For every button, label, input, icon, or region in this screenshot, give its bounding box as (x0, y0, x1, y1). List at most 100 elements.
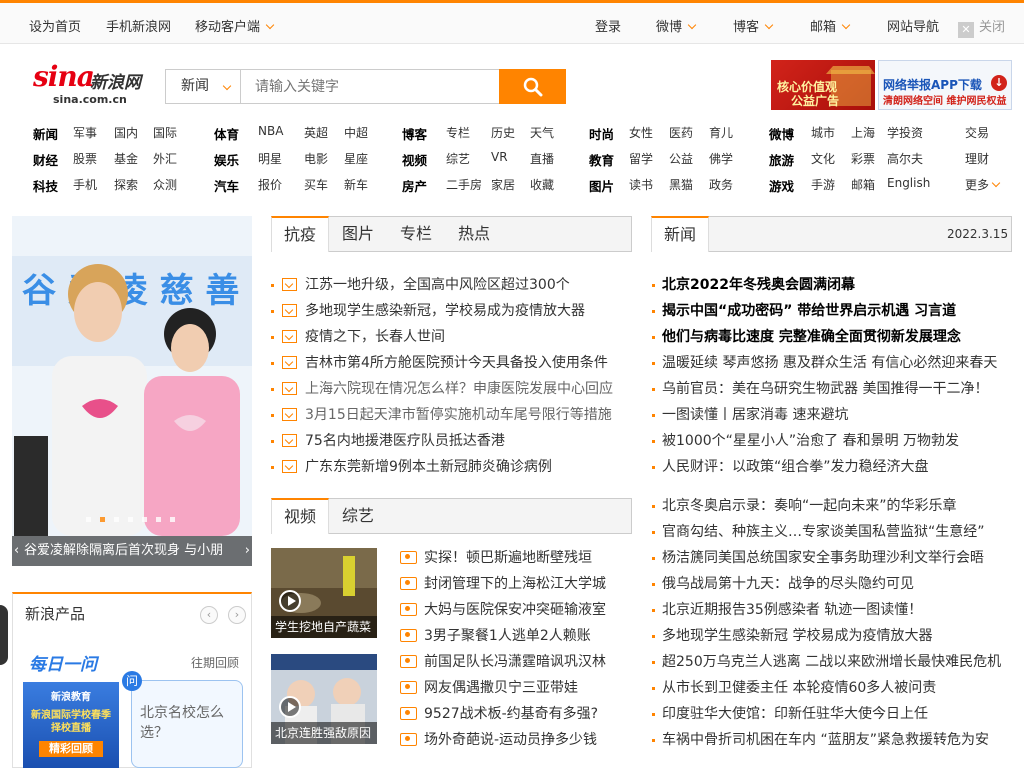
nav-link[interactable]: 天气 (530, 124, 554, 141)
site-nav-link[interactable]: 网站导航 (887, 16, 939, 35)
sina-logo[interactable]: sina 新浪网 sina.com.cn (33, 60, 143, 106)
nav-link[interactable]: 教育 (589, 150, 614, 169)
nav-link[interactable]: 电影 (304, 150, 328, 167)
tab-news[interactable]: 新闻 (651, 216, 709, 252)
nav-link[interactable]: 国内 (114, 124, 138, 141)
nav-link[interactable]: 报价 (258, 176, 282, 193)
nav-link[interactable]: 博客 (402, 124, 427, 143)
nav-link[interactable]: 英超 (304, 124, 328, 141)
nav-link[interactable]: 城市 (811, 124, 835, 141)
nav-link[interactable]: 汽车 (214, 176, 239, 195)
nav-link[interactable]: 基金 (114, 150, 138, 167)
news-item[interactable]: 车祸中骨折司机困在车内 “蓝朋友”紧急救援转危为安 (652, 730, 989, 750)
search-input[interactable] (240, 69, 500, 104)
news-item[interactable]: 北京近期报告35例感染者 轨迹一图读懂！ (651, 600, 922, 620)
news-item[interactable]: 官商勾结、种族主义…专家谈美国私营监狱“生意经” (652, 522, 985, 542)
nav-link[interactable]: 科技 (33, 176, 58, 195)
nav-link[interactable]: 政务 (709, 176, 733, 193)
news-item[interactable]: 从市长到卫健委主任 本轮疫情60多人被问责 (651, 678, 936, 698)
nav-link[interactable]: 股票 (73, 150, 97, 167)
nav-link[interactable]: 手机 (73, 176, 97, 193)
nav-link[interactable]: 体育 (214, 124, 239, 143)
nav-link[interactable]: 彩票 (851, 150, 875, 167)
set-homepage-link[interactable]: 设为首页 (29, 16, 81, 35)
nav-link[interactable]: 收藏 (530, 176, 554, 193)
nav-link[interactable]: 医药 (669, 124, 693, 141)
close-button[interactable]: ✕ 关闭 (958, 16, 1005, 38)
tab-video-1[interactable]: 综艺 (329, 498, 387, 534)
nav-link[interactable]: 新车 (344, 176, 368, 193)
nav-link[interactable]: 历史 (491, 124, 515, 141)
nav-link[interactable]: 众测 (153, 176, 177, 193)
chevron-right-icon[interactable]: › (245, 536, 250, 566)
chevron-right-icon[interactable]: › (228, 606, 246, 624)
nav-link[interactable]: 明星 (258, 150, 282, 167)
nav-link[interactable]: 军事 (73, 124, 97, 141)
nav-link[interactable]: 微博 (769, 124, 794, 143)
nav-link[interactable]: 旅游 (769, 150, 794, 169)
nav-link[interactable]: 二手房 (446, 176, 482, 193)
chevron-left-icon[interactable]: ‹ (14, 536, 19, 566)
nav-link[interactable]: 视频 (402, 150, 427, 169)
news-item[interactable]: 杨洁篪同美国总统国家安全事务助理沙利文举行会晤 (652, 548, 984, 568)
news-item[interactable]: 俄乌战局第十九天：战争的尽头隐约可见 (652, 574, 914, 594)
past-review-link[interactable]: 往期回顾 (191, 654, 239, 671)
nav-link[interactable]: 更多 (965, 176, 1001, 193)
news-item[interactable]: 一图读懂丨居家消毒 速来避坑 (651, 405, 848, 425)
nav-link[interactable]: 财经 (33, 150, 58, 169)
headline-item[interactable]: 北京2022年冬残奥会圆满闭幕 (652, 275, 855, 295)
nav-link[interactable]: English (887, 176, 930, 190)
nav-link[interactable]: 探索 (114, 176, 138, 193)
nav-link[interactable]: NBA (258, 124, 283, 138)
nav-link[interactable]: 上海 (851, 124, 875, 141)
nav-link[interactable]: 游戏 (769, 176, 794, 195)
question-card[interactable]: 问 北京名校怎么选？ (122, 671, 243, 768)
nav-link[interactable]: 综艺 (446, 150, 470, 167)
nav-link[interactable]: 外汇 (153, 150, 177, 167)
nav-link[interactable]: 图片 (589, 176, 614, 195)
news-item[interactable]: 多地现学生感染新冠 学校易成为疫情放大器 (651, 626, 932, 646)
tab-topic-0[interactable]: 抗疫 (271, 216, 329, 252)
nav-link[interactable]: 育儿 (709, 124, 733, 141)
nav-link[interactable]: 公益 (669, 150, 693, 167)
news-item[interactable]: 温暖延续 琴声悠扬 惠及群众生活 有信心必然迎来春天 (651, 353, 997, 373)
nav-link[interactable]: 黑猫 (669, 176, 693, 193)
nav-link[interactable]: VR (491, 150, 508, 164)
news-item[interactable]: 超250万乌克兰人逃离 二战以来欧洲增长最快难民危机 (651, 652, 1001, 672)
report-app-ad[interactable]: 网络举报APP下载 清朗网络空间 维护网民权益 ↓ (878, 60, 1012, 110)
news-item[interactable]: 印度驻华大使馆：印新任驻华大使今日上任 (652, 704, 928, 724)
tab-topic-3[interactable]: 热点 (445, 216, 503, 252)
video-thumbnail[interactable]: 学生挖地自产蔬菜 (271, 548, 377, 638)
nav-link[interactable]: 女性 (629, 124, 653, 141)
nav-link[interactable]: 星座 (344, 150, 368, 167)
headline-item[interactable]: 揭示中国“成功密码” 带给世界启示机遇 习言道 (651, 301, 956, 321)
nav-link[interactable]: 交易 (965, 124, 989, 141)
nav-link[interactable]: 新闻 (33, 124, 58, 143)
photo-slideshow[interactable]: 谷 爱 凌 慈 善 ‹ 谷爱凌解除隔离后首次现身 与小朋 › (12, 216, 252, 566)
news-item[interactable]: 被1000个“星星小人”治愈了 春和景明 万物勃发 (651, 431, 959, 451)
mail-menu[interactable]: 邮箱 (810, 16, 851, 35)
nav-link[interactable]: 留学 (629, 150, 653, 167)
nav-link[interactable]: 邮箱 (851, 176, 875, 193)
weibo-menu[interactable]: 微博 (656, 16, 697, 35)
nav-link[interactable]: 学投资 (887, 124, 923, 141)
nav-link[interactable]: 读书 (629, 176, 653, 193)
nav-link[interactable]: 时尚 (589, 124, 614, 143)
mobile-client-menu[interactable]: 移动客户端 (195, 16, 275, 35)
mobile-sina-link[interactable]: 手机新浪网 (106, 16, 171, 35)
nav-link[interactable]: 买车 (304, 176, 328, 193)
nav-link[interactable]: 文化 (811, 150, 835, 167)
news-item[interactable]: 乌前官员：美在乌研究生物武器 美国推得一干二净！ (651, 379, 988, 399)
nav-link[interactable]: 中超 (344, 124, 368, 141)
search-button[interactable] (499, 69, 566, 104)
tab-video-0[interactable]: 视频 (271, 498, 329, 534)
news-item[interactable]: 北京冬奥启示录：奏响“一起向未来”的华彩乐章 (652, 496, 957, 516)
video-thumbnail[interactable]: 北京连胜强敌原因 (271, 654, 377, 744)
login-link[interactable]: 登录 (595, 16, 621, 35)
edu-promo-image[interactable]: 新浪教育 新浪国际学校春季择校直播 精彩回顾 (23, 682, 119, 768)
nav-link[interactable]: 娱乐 (214, 150, 239, 169)
search-category-select[interactable]: 新闻 (165, 69, 241, 104)
tab-topic-2[interactable]: 专栏 (387, 216, 445, 252)
nav-link[interactable]: 佛学 (709, 150, 733, 167)
blog-menu[interactable]: 博客 (733, 16, 774, 35)
